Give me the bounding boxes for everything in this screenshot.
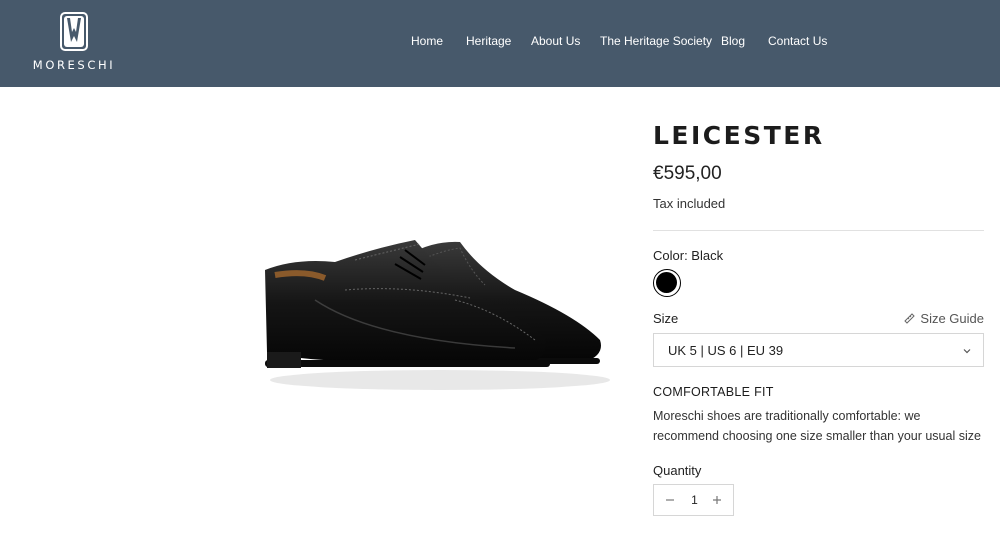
- fit-title: COMFORTABLE FIT: [653, 385, 774, 399]
- chevron-down-icon: [963, 349, 971, 354]
- nav-about-us[interactable]: About Us: [531, 34, 580, 48]
- size-guide-label: Size Guide: [920, 311, 984, 326]
- ruler-icon: [904, 313, 916, 324]
- size-select[interactable]: UK 5 | US 6 | EU 39: [653, 333, 984, 367]
- brand-logo[interactable]: MORESCHI: [14, 12, 134, 74]
- size-label: Size: [653, 311, 679, 326]
- plus-icon[interactable]: [711, 494, 723, 506]
- product-image: [265, 240, 610, 390]
- product-details: LEICESTER €595,00 Tax included Color: Bl…: [653, 0, 984, 538]
- brand-wordmark: MORESCHI: [32, 58, 116, 72]
- tax-note: Tax included: [653, 196, 726, 211]
- size-selected-value: UK 5 | US 6 | EU 39: [668, 343, 784, 358]
- divider: [653, 230, 984, 231]
- product-title: LEICESTER: [653, 121, 825, 150]
- color-label: Color: Black: [653, 248, 724, 263]
- product-price: €595,00: [653, 163, 722, 184]
- quantity-label: Quantity: [653, 463, 702, 478]
- nav-heritage[interactable]: Heritage: [466, 34, 511, 48]
- size-guide-link[interactable]: Size Guide: [904, 311, 984, 326]
- color-swatch-fill: [656, 272, 677, 293]
- quantity-stepper: 1: [653, 484, 734, 516]
- logo-emblem-icon: [60, 12, 88, 51]
- color-swatch-black[interactable]: [653, 269, 681, 297]
- fit-description: Moreschi shoes are traditionally comfort…: [653, 409, 981, 443]
- nav-home[interactable]: Home: [411, 34, 443, 48]
